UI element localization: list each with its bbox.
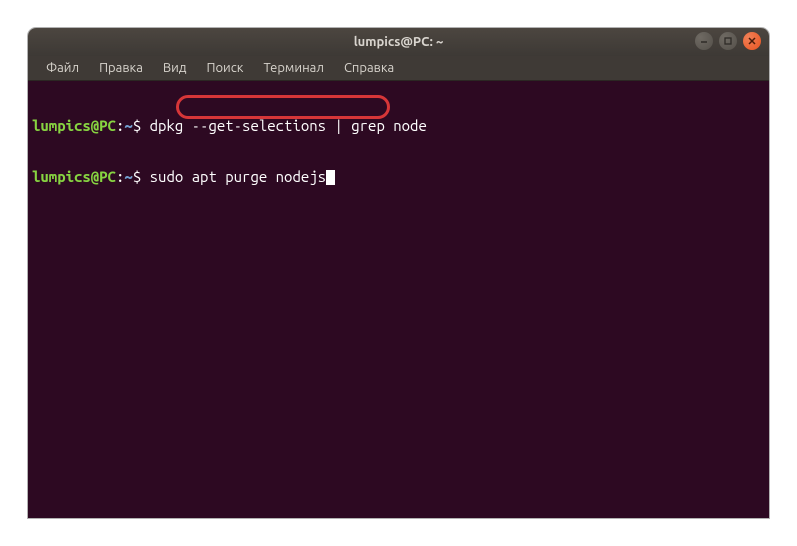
command-text: dpkg --get-selections | grep node: [150, 117, 427, 134]
maximize-icon: [723, 36, 733, 46]
menu-view[interactable]: Вид: [153, 59, 197, 77]
terminal-window: lumpics@PC: ~ Файл Правка Вид: [28, 28, 769, 518]
menu-file[interactable]: Файл: [36, 59, 89, 77]
terminal-line: lumpics@PC:~$ sudo apt purge nodejs: [32, 168, 765, 185]
menu-help[interactable]: Справка: [334, 59, 404, 77]
close-button[interactable]: [743, 32, 761, 50]
prompt-path: ~: [124, 117, 132, 134]
prompt-user: lumpics@PC: [32, 168, 116, 185]
menu-terminal[interactable]: Терминал: [253, 59, 333, 77]
close-icon: [747, 36, 757, 46]
command-text: sudo apt purge nodejs: [150, 168, 326, 185]
minimize-icon: [699, 36, 709, 46]
minimize-button[interactable]: [695, 32, 713, 50]
titlebar: lumpics@PC: ~: [28, 28, 769, 56]
terminal-body[interactable]: lumpics@PC:~$ dpkg --get-selections | gr…: [28, 81, 769, 518]
annotation-highlight: [176, 95, 390, 119]
prompt-dollar: $: [133, 168, 150, 185]
cursor: [326, 170, 335, 185]
prompt-user: lumpics@PC: [32, 117, 116, 134]
menubar: Файл Правка Вид Поиск Терминал Справка: [28, 56, 769, 81]
maximize-button[interactable]: [719, 32, 737, 50]
menu-search[interactable]: Поиск: [196, 59, 253, 77]
terminal-line: lumpics@PC:~$ dpkg --get-selections | gr…: [32, 117, 765, 134]
window-title: lumpics@PC: ~: [354, 35, 444, 49]
prompt-path: ~: [124, 168, 132, 185]
window-controls: [695, 32, 761, 50]
menu-edit[interactable]: Правка: [89, 59, 153, 77]
prompt-dollar: $: [133, 117, 150, 134]
